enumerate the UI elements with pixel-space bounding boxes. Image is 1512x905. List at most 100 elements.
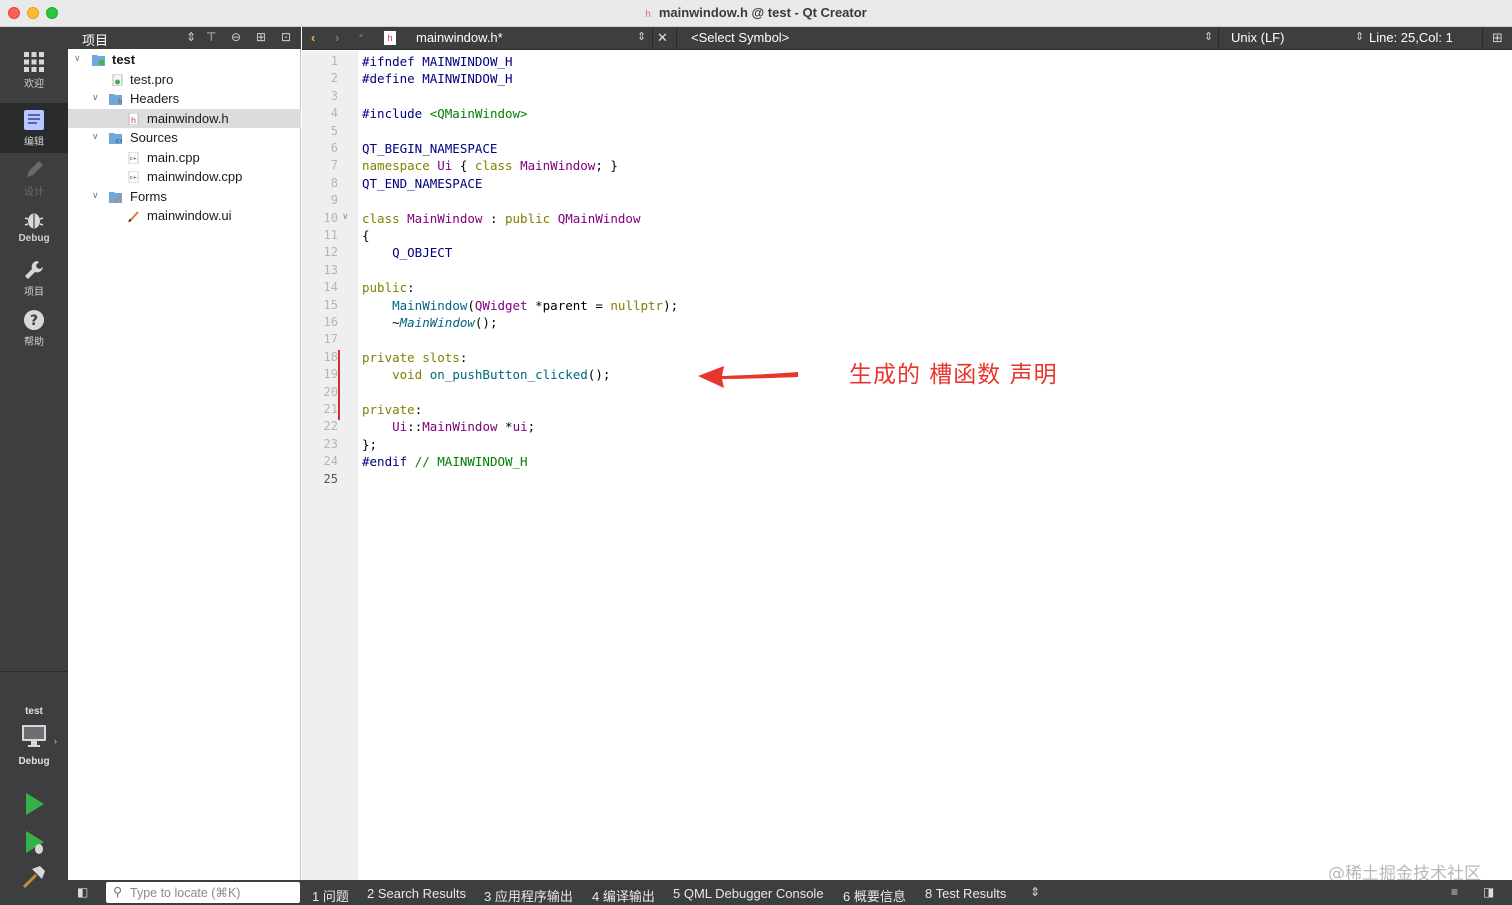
- tree-item-sources[interactable]: ∨ c+ Sources: [68, 128, 301, 148]
- line-number: 24: [323, 454, 338, 469]
- tree-item-mainwindow-h[interactable]: h mainwindow.h: [68, 108, 301, 128]
- toolbar-separator: [676, 27, 677, 50]
- run-button[interactable]: [20, 790, 48, 818]
- symbol-selector[interactable]: <Select Symbol>: [691, 30, 789, 45]
- token: namespace: [362, 158, 438, 174]
- chevron-down-icon[interactable]: ∨: [92, 190, 99, 201]
- document-selector[interactable]: mainwindow.h*: [416, 30, 503, 45]
- tree-item-mainwindow-cpp[interactable]: c+ mainwindow.cpp: [68, 167, 301, 187]
- chevron-down-icon[interactable]: ∨: [74, 53, 81, 64]
- code-line-10: class MainWindow : public QMainWindow: [362, 210, 640, 227]
- toggle-right-sidebar-icon[interactable]: ◨: [1483, 885, 1494, 899]
- token: :: [414, 402, 423, 417]
- token: *: [527, 297, 543, 313]
- line-number: 14: [323, 280, 338, 295]
- toggle-sidebar-icon[interactable]: ◧: [77, 885, 88, 899]
- token: nullptr: [610, 297, 664, 313]
- cursor-position-label[interactable]: Line: 25,Col: 1: [1369, 30, 1453, 45]
- mode-debug-label: Debug: [18, 233, 50, 244]
- window-title-text: mainwindow.h @ test - Qt Creator: [658, 5, 867, 20]
- code-line-4: #include <QMainWindow>: [362, 105, 528, 122]
- code-line-15: MainWindow(QWidget *parent = nullptr);: [362, 297, 678, 314]
- mode-help[interactable]: ? 帮助: [0, 303, 68, 353]
- tree-item-label: mainwindow.ui: [147, 208, 232, 223]
- projects-wrench-icon: [25, 261, 43, 279]
- token: private slots: [362, 349, 460, 365]
- line-number-current: 25: [323, 471, 338, 486]
- token: parent: [542, 297, 588, 313]
- kit-selector[interactable]: test › Debug: [0, 698, 68, 778]
- mode-welcome-label: 欢迎: [24, 79, 44, 90]
- line-ending-chevron-icon[interactable]: ⇕: [1355, 30, 1364, 43]
- project-view-selector[interactable]: 项目: [82, 30, 108, 49]
- line-number: 8: [330, 175, 338, 190]
- pane-tab-application-output[interactable]: 3 应用程序输出: [484, 886, 573, 905]
- token: MainWindow: [399, 315, 475, 330]
- chevron-down-icon[interactable]: ∨: [92, 131, 99, 142]
- mode-design[interactable]: 设计: [0, 153, 68, 203]
- pane-tab-general-messages[interactable]: 6 概要信息: [843, 886, 906, 905]
- token: ;: [527, 419, 536, 435]
- tree-item-label: Headers: [130, 91, 180, 106]
- more-panes-chevron-icon[interactable]: ⇕: [1030, 885, 1040, 899]
- tree-item-mainwindow-ui[interactable]: mainwindow.ui: [68, 206, 301, 226]
- fold-chevron-icon[interactable]: ∨: [342, 211, 349, 222]
- token: #ifndef: [362, 54, 423, 69]
- close-pane-icon[interactable]: ⊡: [281, 30, 291, 44]
- build-hammer-button[interactable]: [20, 863, 48, 891]
- line-number: 19: [323, 367, 338, 382]
- mode-edit[interactable]: 编辑: [0, 103, 68, 153]
- token: Ui: [437, 158, 453, 174]
- pane-tab-qml-debugger[interactable]: 5 QML Debugger Console: [673, 886, 824, 901]
- code-line-8: QT_END_NAMESPACE: [362, 175, 482, 192]
- mode-debug[interactable]: Debug: [0, 203, 68, 253]
- tree-item-test-pro[interactable]: test.pro: [68, 70, 301, 90]
- line-number: 18: [323, 349, 338, 364]
- locator-input[interactable]: ⚲ Type to locate (⌘K): [106, 882, 300, 903]
- pane-tab-search-results[interactable]: 2 Search Results: [367, 886, 466, 901]
- code-line-18: private slots:: [362, 349, 467, 366]
- debug-run-button[interactable]: [20, 828, 48, 856]
- navigate-back-icon[interactable]: ‹: [311, 30, 315, 45]
- token: ();: [587, 367, 611, 383]
- split-icon[interactable]: ⊞: [256, 30, 266, 44]
- filter-icon[interactable]: ⊤: [206, 30, 216, 44]
- tree-item-test[interactable]: ∨ test: [68, 50, 301, 70]
- progress-details-icon[interactable]: ≡: [1451, 885, 1458, 899]
- symbol-chevron-icon[interactable]: ⇕: [1204, 30, 1213, 43]
- chevron-down-icon[interactable]: ∨: [92, 92, 99, 103]
- tree-item-headers[interactable]: ∨ h Headers: [68, 89, 301, 109]
- close-document-icon[interactable]: ✕: [657, 30, 668, 46]
- token: class: [474, 158, 521, 174]
- debug-bug-icon: [24, 213, 44, 229]
- tree-item-main-cpp[interactable]: c+ main.cpp: [68, 148, 301, 168]
- line-ending-selector[interactable]: Unix (LF): [1231, 30, 1284, 45]
- tree-item-label: main.cpp: [147, 149, 200, 165]
- tree-item-forms[interactable]: ∨ Forms: [68, 187, 301, 207]
- line-number: 9: [330, 193, 338, 208]
- mode-welcome[interactable]: 欢迎: [0, 45, 68, 95]
- link-editor-icon[interactable]: ⊖: [231, 30, 241, 44]
- token: ();: [474, 315, 498, 330]
- token: Q_OBJECT: [362, 245, 453, 261]
- token: MainWindow: [520, 158, 596, 174]
- document-chevron-icon[interactable]: ⇕: [637, 30, 646, 43]
- pane-tab-compile-output[interactable]: 4 编译输出: [592, 886, 655, 905]
- mode-projects[interactable]: 项目: [0, 253, 68, 303]
- code-line-16: ~MainWindow();: [362, 314, 497, 331]
- svg-text:c+: c+: [116, 138, 122, 144]
- split-editor-icon[interactable]: ⊞: [1492, 30, 1503, 46]
- pane-tab-issues[interactable]: 1 问题: [312, 886, 349, 905]
- view-selector-chevron-icon[interactable]: ⇕: [186, 30, 196, 44]
- edit-document-icon: [24, 110, 44, 130]
- token: #include: [362, 106, 430, 122]
- lock-icon: ▪: [359, 30, 363, 42]
- line-number: 2: [330, 71, 338, 86]
- navigate-forward-icon[interactable]: ›: [335, 30, 339, 45]
- ui-file-icon: [128, 211, 139, 222]
- pane-tab-test-results[interactable]: 8 Test Results: [925, 886, 1006, 901]
- token: MAINWINDOW_H: [422, 71, 513, 87]
- token: private: [362, 402, 415, 417]
